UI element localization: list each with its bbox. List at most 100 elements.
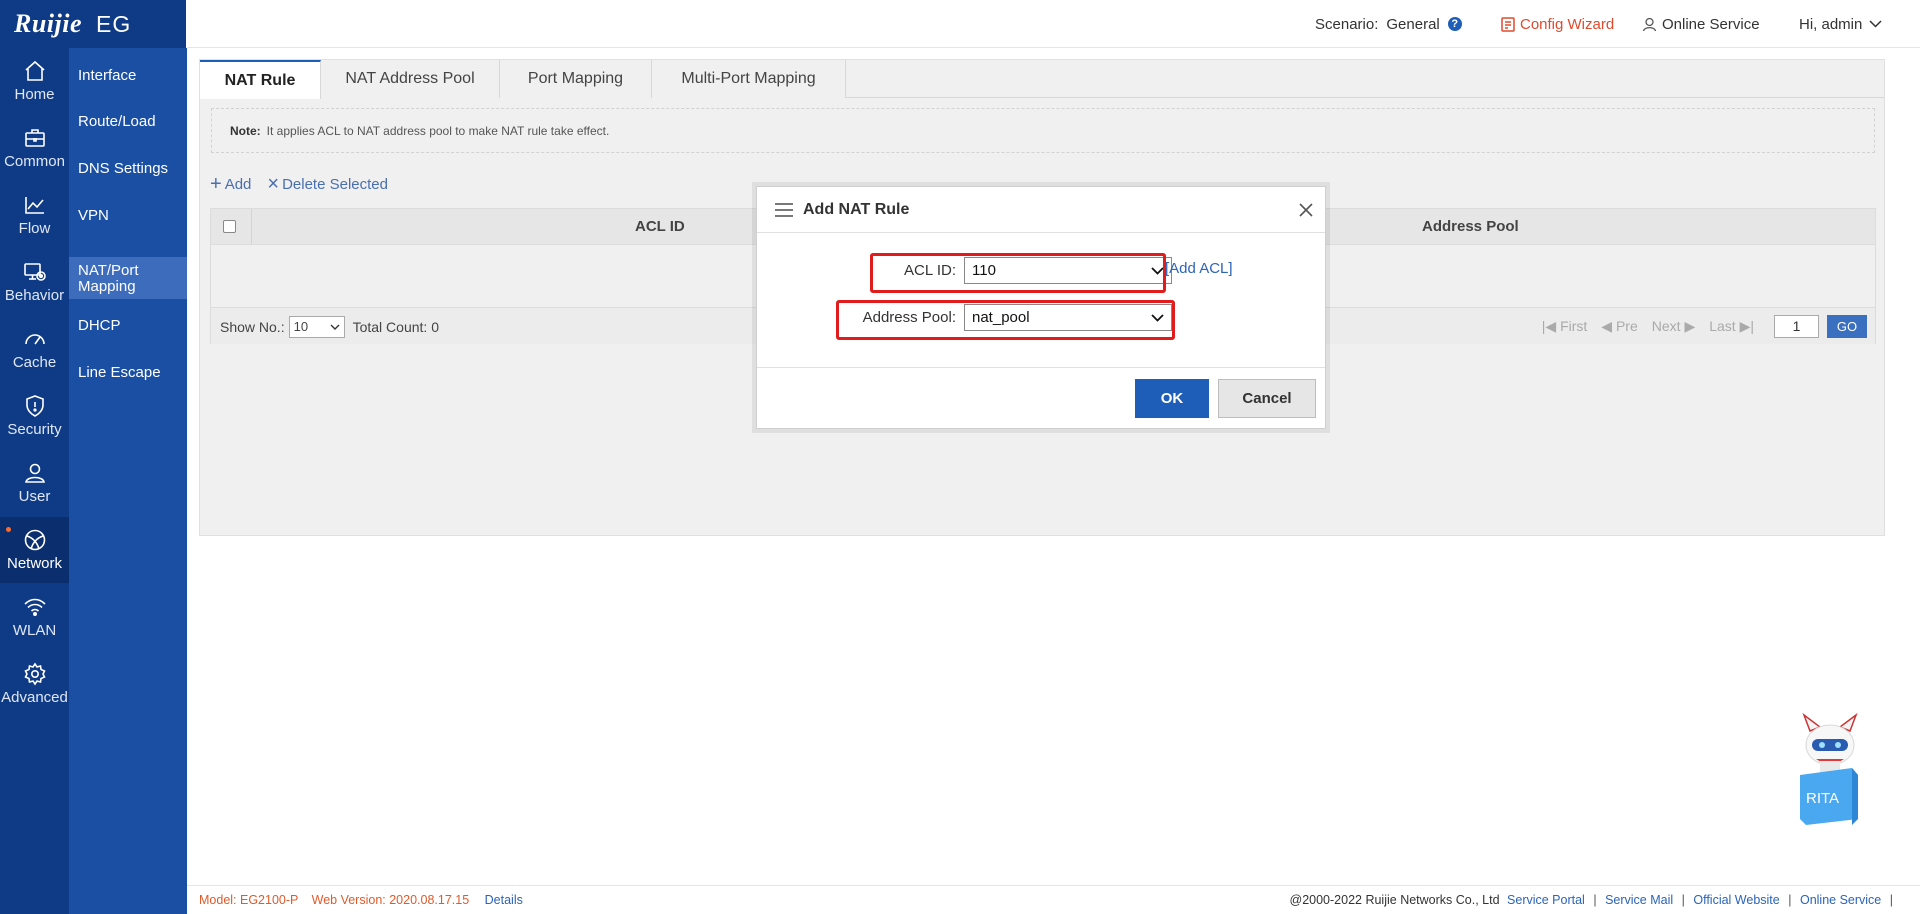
help-icon[interactable]: ? (1447, 17, 1462, 31)
tab-bar: NAT Rule NAT Address Pool Port Mapping M… (200, 60, 1884, 99)
active-dot (6, 527, 11, 532)
close-icon[interactable] (1297, 201, 1315, 219)
rita-assistant[interactable]: RITA (1794, 712, 1866, 828)
submenu-item-dhcp[interactable]: DHCP (69, 318, 187, 334)
footer-separator: | (1788, 893, 1792, 907)
acl-id-highlight (870, 253, 1166, 293)
rail-item-home[interactable]: Home (0, 48, 69, 114)
note-label: Note: (230, 123, 261, 138)
home-icon (24, 60, 45, 81)
product-model: EG (96, 10, 132, 37)
add-button[interactable]: + Add (210, 174, 251, 194)
delete-selected-button[interactable]: × Delete Selected (267, 173, 388, 195)
rail-item-behavior[interactable]: Behavior (0, 249, 69, 315)
chevron-down-icon (1869, 20, 1882, 28)
brand-logo: Ruijie (14, 9, 83, 38)
top-header: Scenario: General ? Config Wizard Online… (187, 0, 1920, 48)
tab-port-mapping[interactable]: Port Mapping (500, 60, 652, 98)
submenu: Interface Route/Load DNS Settings VPN NA… (69, 48, 187, 914)
wizard-icon (1501, 16, 1515, 32)
scenario: Scenario: General ? (1315, 0, 1462, 48)
column-address-pool[interactable]: Address Pool (1422, 209, 1519, 245)
logo[interactable]: Ruijie EG (0, 0, 186, 48)
submenu-item-vpn[interactable]: VPN (69, 208, 187, 224)
config-wizard-label: Config Wizard (1520, 15, 1615, 33)
rail-item-wlan[interactable]: WLAN (0, 584, 69, 650)
footer-link-service-mail[interactable]: Service Mail (1605, 893, 1673, 907)
page-number-input[interactable]: 1 (1774, 315, 1819, 338)
rail-item-common[interactable]: Common (0, 115, 69, 181)
delete-label: Delete Selected (282, 175, 388, 193)
prev-page-button[interactable]: ◀ Pre (1601, 318, 1637, 335)
note-text: It applies ACL to NAT address pool to ma… (266, 123, 610, 138)
footer-separator: | (1889, 893, 1893, 907)
total-count: Total Count: 0 (352, 318, 439, 335)
shield-icon (25, 395, 44, 417)
rail-item-flow[interactable]: Flow (0, 182, 69, 248)
rail-label: User (18, 488, 51, 505)
first-page-icon: |◀ (1541, 318, 1557, 334)
rail-label: Home (14, 86, 55, 103)
go-button[interactable]: GO (1827, 315, 1867, 338)
submenu-item-dns-settings[interactable]: DNS Settings (69, 161, 187, 177)
rail-item-security[interactable]: Security (0, 383, 69, 449)
footer-separator: | (1593, 893, 1597, 907)
column-acl-id[interactable]: ACL ID (635, 209, 685, 245)
tab-nat-address-pool[interactable]: NAT Address Pool (321, 60, 500, 98)
add-acl-link[interactable]: [Add ACL] (1165, 260, 1233, 277)
wifi-icon (23, 598, 46, 616)
next-page-button[interactable]: Next ▶ (1652, 318, 1695, 335)
rail-item-advanced[interactable]: Advanced (0, 651, 69, 717)
close-icon: × (267, 173, 280, 195)
footer-link-online-service[interactable]: Online Service (1800, 893, 1881, 907)
line-chart-icon (24, 197, 44, 214)
tab-multi-port-mapping[interactable]: Multi-Port Mapping (652, 60, 846, 98)
rail-label: Advanced (1, 689, 68, 706)
rail-label: Network (6, 555, 62, 572)
chevron-down-icon (330, 324, 340, 330)
submenu-item-interface[interactable]: Interface (69, 68, 187, 84)
select-all-checkbox[interactable] (223, 220, 236, 233)
scenario-label: Scenario: (1315, 15, 1379, 33)
footer-link-service-portal[interactable]: Service Portal (1507, 893, 1585, 907)
page-size-select[interactable]: 10 (288, 315, 345, 338)
footer: Model: EG2100-P Web Version: 2020.08.17.… (187, 885, 1920, 914)
first-page-button[interactable]: |◀ First (1542, 318, 1588, 335)
footer-details-link[interactable]: Details (485, 893, 523, 907)
dialog-title: Add NAT Rule (803, 200, 910, 218)
rail-label: Security (7, 421, 62, 438)
rail-item-user[interactable]: User (0, 450, 69, 516)
rail-item-cache[interactable]: Cache (0, 316, 69, 382)
rail-label: Flow (18, 220, 51, 237)
user-menu[interactable]: Hi, admin (1799, 0, 1887, 48)
rail-label: WLAN (12, 622, 57, 639)
next-label: Next (1651, 318, 1681, 334)
show-no-label: Show No.: (220, 318, 285, 335)
submenu-item-line-escape[interactable]: Line Escape (69, 365, 187, 381)
footer-copyright: @2000-2022 Ruijie Networks Co., Ltd (1289, 893, 1500, 907)
rita-label: RITA (1806, 790, 1840, 807)
menu-icon (775, 202, 793, 217)
footer-link-official-website[interactable]: Official Website (1693, 893, 1779, 907)
gear-icon (23, 662, 46, 686)
cancel-button[interactable]: Cancel (1218, 379, 1316, 418)
tab-nat-rule[interactable]: NAT Rule (200, 60, 321, 99)
config-wizard-link[interactable]: Config Wizard (1501, 0, 1614, 48)
prev-page-icon: ◀ (1601, 318, 1613, 334)
rail-label: Cache (12, 354, 57, 371)
online-service-label: Online Service (1662, 15, 1760, 33)
globe-icon (24, 529, 45, 551)
first-label: First (1560, 318, 1588, 334)
prev-label: Pre (1615, 318, 1638, 334)
online-service-link[interactable]: Online Service (1642, 0, 1760, 48)
ok-button[interactable]: OK (1135, 379, 1209, 418)
user-icon (24, 463, 45, 483)
dialog-header: Add NAT Rule (757, 187, 1325, 233)
last-page-button[interactable]: Last ▶| (1709, 318, 1754, 335)
note-box: Note: It applies ACL to NAT address pool… (211, 108, 1875, 153)
footer-web-version: Web Version: 2020.08.17.15 (311, 893, 470, 907)
rail-item-network[interactable]: Network (0, 517, 69, 583)
submenu-item-nat-port-mapping[interactable]: NAT/Port Mapping (69, 257, 187, 299)
submenu-item-route-load[interactable]: Route/Load (69, 114, 187, 130)
scenario-value: General (1386, 15, 1440, 33)
